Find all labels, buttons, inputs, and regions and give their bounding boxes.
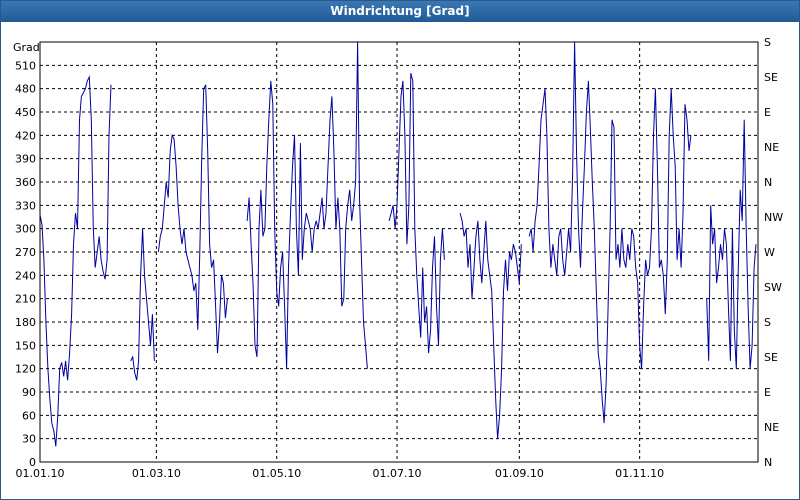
y-tick-label: 480	[15, 83, 36, 96]
y-tick-label: 210	[15, 293, 36, 306]
y-tick-label: 60	[22, 409, 36, 422]
y-tick-label: 240	[15, 269, 36, 282]
x-tick-label: 01.09.10	[495, 467, 544, 480]
y2-tick-label: SW	[764, 281, 782, 294]
y-tick-label: 330	[15, 199, 36, 212]
x-tick-label: 01.01.10	[16, 467, 65, 480]
y-tick-label: 390	[15, 153, 36, 166]
y2-tick-label: NE	[764, 141, 779, 154]
wind-direction-chart: 0306090120150180210240270300330360390420…	[13, 36, 783, 480]
y2-tick-label: SE	[764, 71, 778, 84]
chart-window: Windrichtung [Grad] 0 30 60 90 120 150 180 210 2…	[0, 0, 800, 500]
y2-tick-label: S	[764, 316, 771, 329]
y2-tick-label: E	[764, 106, 771, 119]
y-tick-label: 270	[15, 246, 36, 259]
y-tick-label: 300	[15, 223, 36, 236]
y-tick-label: 30	[22, 433, 36, 446]
x-tick-label: 01.05.10	[252, 467, 301, 480]
y-axis-label: Grad	[13, 41, 40, 54]
y-tick-label: 360	[15, 176, 36, 189]
y2-tick-label: N	[764, 456, 772, 469]
y-tick-label: 420	[15, 129, 36, 142]
y2-tick-label: E	[764, 386, 771, 399]
y2-tick-label: S	[764, 36, 771, 49]
y-tick-label: 450	[15, 106, 36, 119]
y-tick-label: 120	[15, 363, 36, 376]
y-tick-label: 90	[22, 386, 36, 399]
y-tick-label: 150	[15, 339, 36, 352]
x-tick-label: 01.11.10	[615, 467, 664, 480]
y2-tick-label: NE	[764, 421, 779, 434]
y-tick-label: 510	[15, 59, 36, 72]
y2-tick-label: SE	[764, 351, 778, 364]
x-tick-label: 01.07.10	[373, 467, 422, 480]
y2-tick-label: W	[764, 246, 775, 259]
y2-tick-label: N	[764, 176, 772, 189]
y-tick-label: 180	[15, 316, 36, 329]
x-tick-label: 01.03.10	[132, 467, 181, 480]
y2-tick-label: NW	[764, 211, 783, 224]
